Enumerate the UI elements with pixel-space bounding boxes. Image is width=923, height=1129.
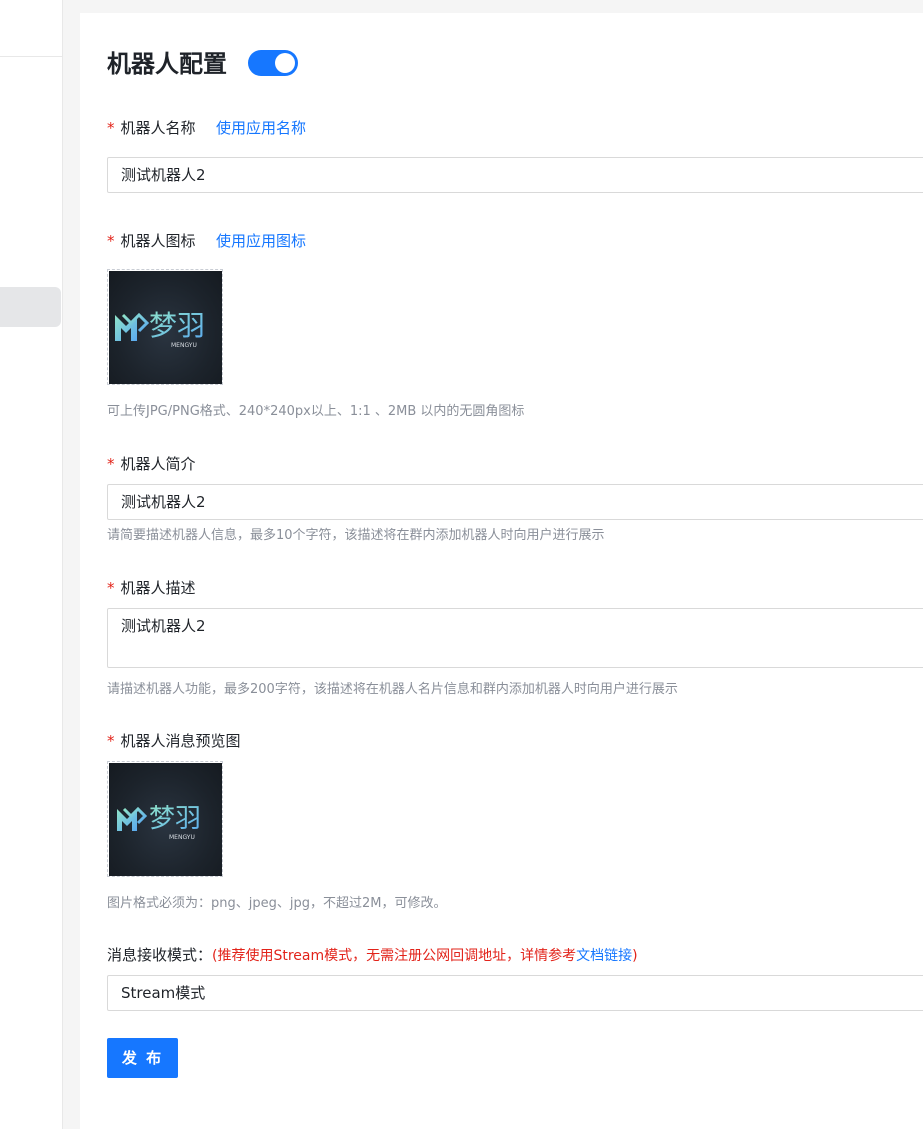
robot-icon-hint: 可上传JPG/PNG格式、240*240px以上、1:1 、2MB 以内的无圆角… bbox=[107, 404, 525, 419]
robot-intro-input[interactable]: 测试机器人2 bbox=[107, 484, 923, 520]
robot-name-label-text: 机器人名称 bbox=[120, 119, 196, 137]
robot-icon-image: 梦羽 MENGYU bbox=[109, 271, 222, 384]
robot-name-label: * 机器人名称 bbox=[107, 117, 196, 138]
robot-intro-label: * 机器人简介 bbox=[107, 453, 196, 474]
robot-description-label: * 机器人描述 bbox=[107, 577, 196, 598]
left-nav-selected-item[interactable] bbox=[0, 287, 61, 327]
logo-subtext: MENGYU bbox=[171, 342, 197, 349]
robot-icon-upload[interactable]: 梦羽 MENGYU bbox=[107, 269, 223, 385]
robot-description-hint: 请描述机器人功能，最多200字符，该描述将在机器人名片信息和群内添加机器人时向用… bbox=[107, 682, 678, 697]
use-app-icon-link[interactable]: 使用应用图标 bbox=[216, 230, 306, 251]
receive-mode-label-row: 消息接收模式：(推荐使用Stream模式，无需注册公网回调地址，详情参考文档链接… bbox=[107, 944, 638, 965]
publish-button[interactable]: 发 布 bbox=[107, 1038, 178, 1078]
robot-intro-hint: 请简要描述机器人信息，最多10个字符，该描述将在群内添加机器人时向用户进行展示 bbox=[107, 528, 605, 543]
required-mark: * bbox=[107, 455, 115, 473]
toggle-knob bbox=[275, 53, 295, 73]
mengyu-logo: 梦羽 MENGYU bbox=[115, 309, 205, 349]
left-nav-panel bbox=[0, 0, 63, 1129]
preview-image-label-text: 机器人消息预览图 bbox=[120, 732, 241, 750]
robot-name-input[interactable]: 测试机器人2 bbox=[107, 157, 923, 193]
robot-intro-label-text: 机器人简介 bbox=[120, 455, 196, 473]
robot-config-card: 机器人配置 * 机器人名称 使用应用名称 测试机器人2 * 机器人图标 使用应用图标… bbox=[80, 13, 923, 1129]
logo-wordmark: 梦羽 bbox=[149, 309, 205, 342]
preview-image: 梦羽 MENGYU bbox=[109, 763, 222, 876]
robot-description-textarea[interactable]: 测试机器人2 bbox=[107, 608, 923, 668]
robot-icon-label: * 机器人图标 bbox=[107, 230, 196, 251]
receive-mode-select[interactable]: Stream模式 bbox=[107, 975, 923, 1011]
page-title: 机器人配置 bbox=[107, 50, 227, 78]
required-mark: * bbox=[107, 732, 115, 750]
receive-mode-label: 消息接收模式： bbox=[107, 946, 213, 964]
robot-icon-label-text: 机器人图标 bbox=[120, 232, 196, 250]
required-mark: * bbox=[107, 232, 115, 250]
preview-image-hint: 图片格式必须为：png、jpeg、jpg，不超过2M，可修改。 bbox=[107, 896, 447, 911]
receive-mode-note-end: ) bbox=[632, 948, 638, 964]
required-mark: * bbox=[107, 119, 115, 137]
receive-mode-note: (推荐使用Stream模式，无需注册公网回调地址，详情参考 bbox=[212, 948, 577, 964]
robot-enable-toggle[interactable] bbox=[248, 50, 298, 76]
left-nav-divider bbox=[0, 56, 62, 57]
preview-image-upload[interactable]: 梦羽 MENGYU bbox=[107, 761, 223, 877]
use-app-name-link[interactable]: 使用应用名称 bbox=[216, 117, 306, 138]
preview-image-label: * 机器人消息预览图 bbox=[107, 730, 241, 751]
robot-description-label-text: 机器人描述 bbox=[120, 579, 196, 597]
mengyu-logo: 梦羽 MENGYU bbox=[117, 804, 201, 841]
logo-subtext: MENGYU bbox=[169, 834, 195, 841]
doc-link[interactable]: 文档链接 bbox=[576, 948, 632, 964]
logo-wordmark: 梦羽 bbox=[149, 804, 201, 834]
required-mark: * bbox=[107, 579, 115, 597]
